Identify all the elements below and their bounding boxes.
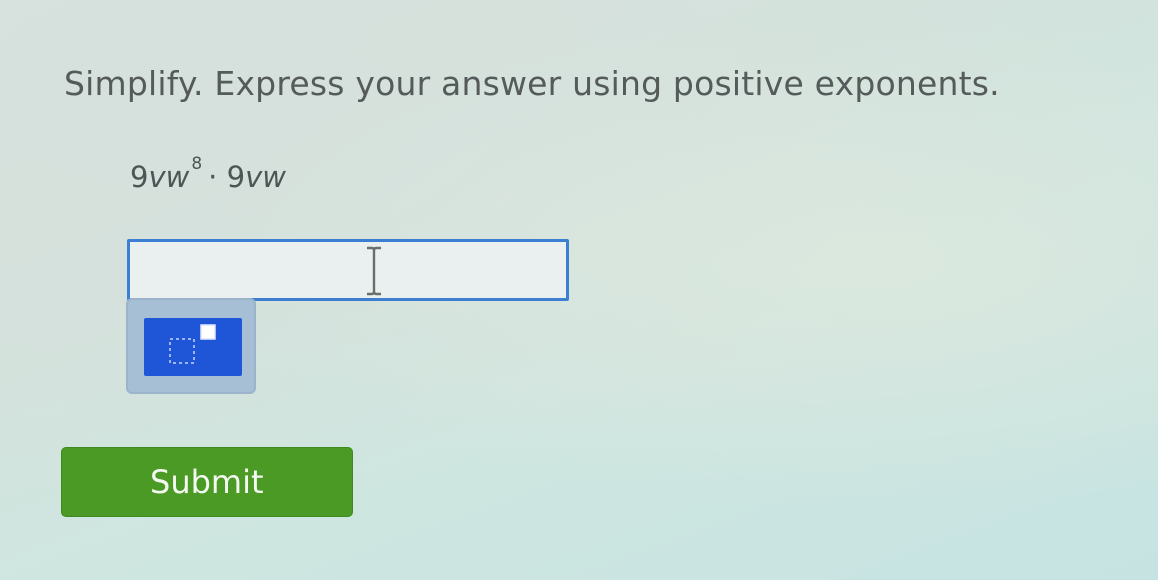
question-instruction: Simplify. Express your answer using posi… — [64, 64, 1000, 103]
math-palette — [126, 298, 256, 394]
multiply-operator: · — [208, 160, 218, 194]
exponent-template-icon — [169, 324, 216, 364]
math-expression: 9vw 8 · 9vw — [130, 154, 286, 194]
answer-input[interactable] — [127, 239, 569, 301]
text-cursor-icon — [364, 246, 384, 296]
second-variables: vw — [245, 160, 286, 194]
second-coefficient: 9 — [226, 160, 246, 194]
exponent-button[interactable] — [144, 318, 242, 376]
first-variables: vw — [148, 160, 190, 194]
first-coefficient: 9 — [130, 160, 149, 194]
submit-button[interactable]: Submit — [61, 447, 353, 517]
first-exponent: 8 — [191, 154, 203, 174]
